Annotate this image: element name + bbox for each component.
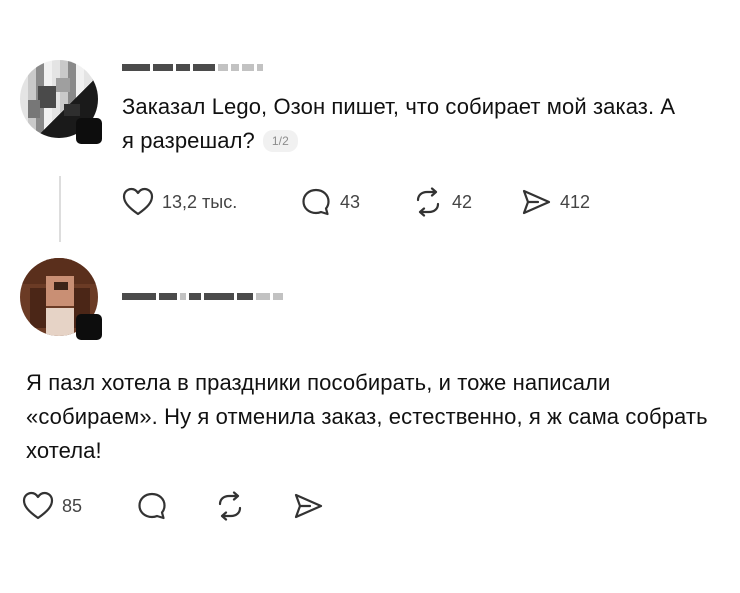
repost-button[interactable]: 42 [412,186,472,218]
heart-icon [22,491,54,521]
like-count: 85 [62,495,83,516]
post-text-content: Заказал Lego, Озон пишет, что собирает м… [122,94,676,153]
like-button[interactable]: 13,2 тыс. [122,186,237,218]
follow-badge[interactable] [76,314,102,340]
post-actions: 13,2 тыс. 43 42 412 [122,186,642,218]
send-icon [292,491,324,521]
repost-arrows-icon [214,491,246,521]
speech-bubble-icon [300,187,332,217]
like-button[interactable]: 85 [22,490,82,522]
post-text: Заказал Lego, Озон пишет, что собирает м… [122,90,682,158]
speech-bubble-icon [136,491,168,521]
username-blurred[interactable] [122,63,263,71]
repost-button[interactable] [214,490,246,522]
carousel-page-counter: 1/2 [262,130,298,152]
share-button[interactable] [292,490,324,522]
like-count: 13,2 тыс. [162,191,238,212]
reply-count: 43 [340,191,361,212]
send-icon [520,187,552,217]
heart-icon [122,187,154,217]
reply-button[interactable]: 43 [300,186,360,218]
post-text: Я пазл хотела в праздники пособирать, и … [26,370,708,463]
share-count: 412 [560,191,591,212]
thread-line [59,176,61,242]
username-blurred[interactable] [122,292,283,300]
follow-badge[interactable] [76,118,102,144]
post-actions: 85 [22,490,362,522]
repost-count: 42 [452,191,473,212]
share-button[interactable]: 412 [520,186,590,218]
repost-arrows-icon [412,187,444,217]
reply-button[interactable] [136,490,168,522]
